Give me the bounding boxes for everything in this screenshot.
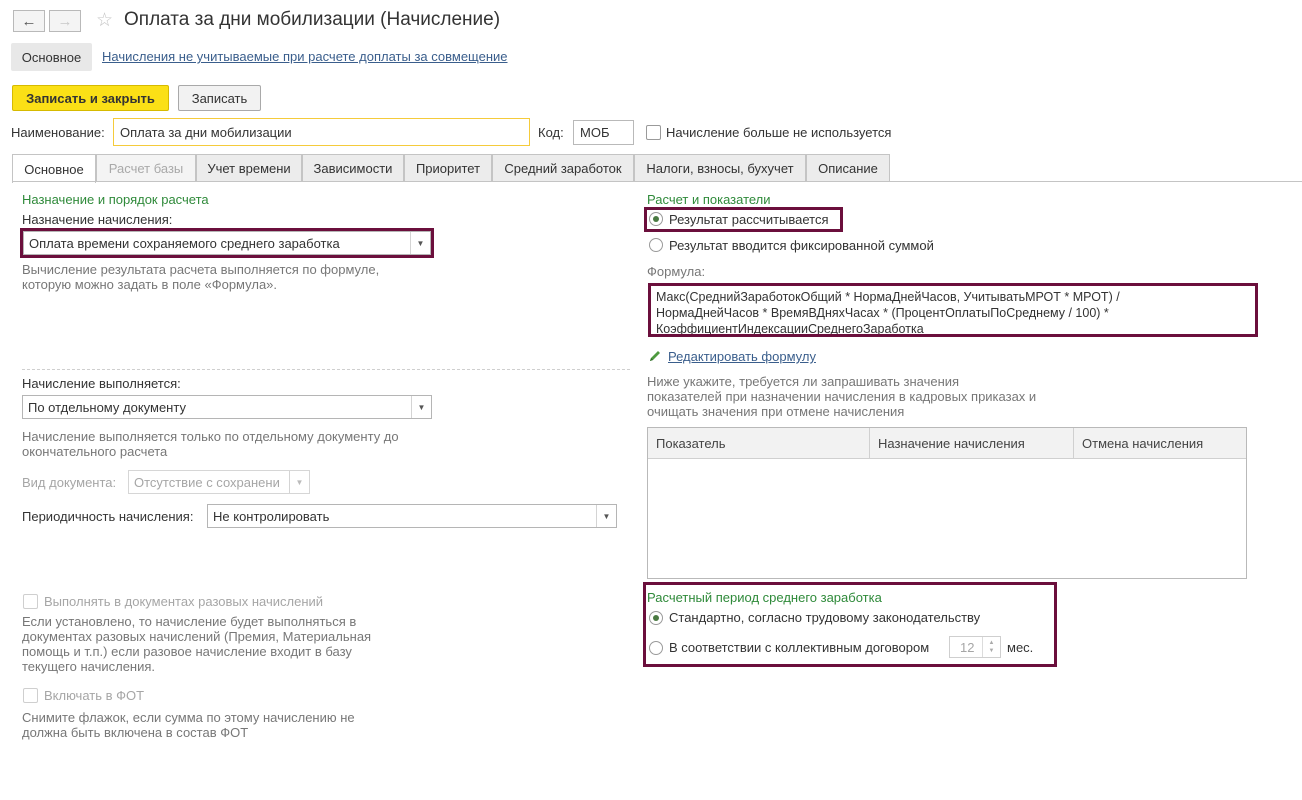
executed-label: Начисление выполняется: [22, 376, 181, 391]
formula-line: Макс(СреднийЗаработокОбщий * НормаДнейЧа… [656, 290, 1120, 304]
radio-calculated-label: Результат рассчитывается [669, 212, 829, 227]
one-time-hint-line: документах разовых начислений (Премия, М… [22, 629, 372, 644]
radio-fixed[interactable] [649, 238, 663, 252]
section-link-not-counted[interactable]: Начисления не учитываемые при расчете до… [102, 49, 508, 64]
months-unit: мес. [1007, 640, 1034, 655]
radio-collective[interactable] [649, 641, 663, 655]
pencil-icon [650, 351, 660, 361]
fot-checkbox[interactable] [23, 688, 38, 703]
tab-main[interactable]: Основное [12, 154, 96, 183]
executed-hint-line: Начисление выполняется только по отдельн… [22, 429, 399, 444]
indicators-hint-line: очищать значения при отмене начисления [647, 404, 905, 419]
name-input[interactable]: Оплата за дни мобилизации [113, 118, 530, 146]
executed-select-value: По отдельному документу [28, 399, 186, 415]
months-spinner[interactable]: 12 ▲ ▼ [949, 636, 1001, 658]
indicators-table[interactable]: Показатель Назначение начисления Отмена … [647, 427, 1247, 579]
formula-line: КоэффициентИндексацииСреднегоЗаработка [656, 322, 924, 336]
forward-button[interactable]: → [49, 10, 81, 32]
indicators-hint: Ниже укажите, требуется ли запрашивать з… [647, 374, 1036, 419]
radio-fixed-label: Результат вводится фиксированной суммой [669, 238, 934, 253]
avg-period-group-title: Расчетный период среднего заработка [647, 590, 882, 605]
code-label: Код: [538, 125, 564, 140]
code-input[interactable]: МОБ [573, 120, 634, 145]
months-value: 12 [960, 639, 975, 655]
fot-label: Включать в ФОТ [44, 688, 145, 703]
page-title: Оплата за дни мобилизации (Начисление) [124, 9, 501, 30]
radio-standard-label: Стандартно, согласно трудовому законодат… [669, 610, 981, 625]
period-select-value: Не контролировать [213, 508, 330, 524]
divider [22, 369, 630, 370]
fot-hint-line: Снимите флажок, если сумма по этому начи… [22, 710, 355, 725]
period-label: Периодичность начисления: [22, 509, 194, 524]
arrow-left-icon: ← [21, 12, 37, 30]
calc-group-title: Расчет и показатели [647, 192, 771, 207]
tab-base-calc[interactable]: Расчет базы [96, 154, 196, 182]
column-header-cancellation[interactable]: Отмена начисления [1074, 428, 1246, 459]
one-time-hint-line: помощь и т.п.) если разовое начисление в… [22, 644, 352, 659]
purpose-highlight-frame [20, 228, 434, 258]
doc-type-label: Вид документа: [22, 475, 117, 490]
one-time-checkbox[interactable] [23, 594, 38, 609]
purpose-group-title: Назначение и порядок расчета [22, 192, 209, 207]
dropdown-arrow-icon[interactable]: ▼ [596, 505, 616, 527]
purpose-hint-line: Вычисление результата расчета выполняетс… [22, 262, 380, 277]
purpose-hint-line: которую можно задать в поле «Формула». [22, 277, 278, 292]
radio-calculated[interactable] [649, 212, 663, 226]
purpose-hint: Вычисление результата расчета выполняетс… [22, 262, 379, 292]
executed-select[interactable]: По отдельному документу ▼ [22, 395, 432, 419]
tab-average-earnings[interactable]: Средний заработок [492, 154, 634, 182]
formula-label: Формула: [647, 264, 706, 279]
purpose-label: Назначение начисления: [22, 212, 173, 227]
tab-priority[interactable]: Приоритет [404, 154, 492, 182]
column-header-assignment[interactable]: Назначение начисления [870, 428, 1074, 459]
dropdown-arrow-icon[interactable]: ▼ [289, 471, 309, 493]
unused-label: Начисление больше не используется [666, 125, 892, 140]
tab-description[interactable]: Описание [806, 154, 890, 182]
radio-standard[interactable] [649, 611, 663, 625]
save-and-close-button[interactable]: Записать и закрыть [12, 85, 169, 111]
fot-hint: Снимите флажок, если сумма по этому начи… [22, 710, 355, 740]
favorite-star-icon[interactable]: ☆ [96, 10, 113, 32]
save-button[interactable]: Записать [178, 85, 261, 111]
indicators-hint-line: Ниже укажите, требуется ли запрашивать з… [647, 374, 960, 389]
one-time-hint: Если установлено, то начисление будет вы… [22, 614, 371, 674]
edit-formula-link[interactable]: Редактировать формулу [668, 349, 816, 364]
name-label: Наименование: [11, 125, 105, 140]
tab-taxes[interactable]: Налоги, взносы, бухучет [634, 154, 806, 182]
period-select[interactable]: Не контролировать ▼ [207, 504, 617, 528]
column-header-indicator[interactable]: Показатель [648, 428, 870, 459]
one-time-hint-line: Если установлено, то начисление будет вы… [22, 614, 357, 629]
doc-type-select[interactable]: Отсутствие с сохранени ▼ [128, 470, 310, 494]
one-time-hint-line: текущего начисления. [22, 659, 156, 674]
formula-line: НормаДнейЧасов * ВремяВДняхЧасах * (Проц… [656, 306, 1109, 320]
table-header: Показатель Назначение начисления Отмена … [648, 428, 1246, 459]
indicators-hint-line: показателей при назначении начисления в … [647, 389, 1037, 404]
tabs-divider [12, 181, 1302, 182]
section-main[interactable]: Основное [11, 43, 92, 71]
tab-time-tracking[interactable]: Учет времени [196, 154, 302, 182]
doc-type-select-value: Отсутствие с сохранени [134, 474, 280, 490]
spinner-arrows-icon[interactable]: ▲ ▼ [982, 637, 1000, 657]
executed-hint-line: окончательного расчета [22, 444, 168, 459]
unused-checkbox[interactable] [646, 125, 661, 140]
radio-collective-label: В соответствии с коллективным договором [669, 640, 930, 655]
back-button[interactable]: ← [13, 10, 45, 32]
fot-hint-line: должна быть включена в состав ФОТ [22, 725, 249, 740]
dropdown-arrow-icon[interactable]: ▼ [411, 396, 431, 418]
one-time-label: Выполнять в документах разовых начислени… [44, 594, 324, 609]
formula-field[interactable]: Макс(СреднийЗаработокОбщий * НормаДнейЧа… [648, 283, 1258, 337]
executed-hint: Начисление выполняется только по отдельн… [22, 429, 399, 459]
tab-dependencies[interactable]: Зависимости [302, 154, 404, 182]
arrow-right-icon: → [57, 12, 73, 30]
